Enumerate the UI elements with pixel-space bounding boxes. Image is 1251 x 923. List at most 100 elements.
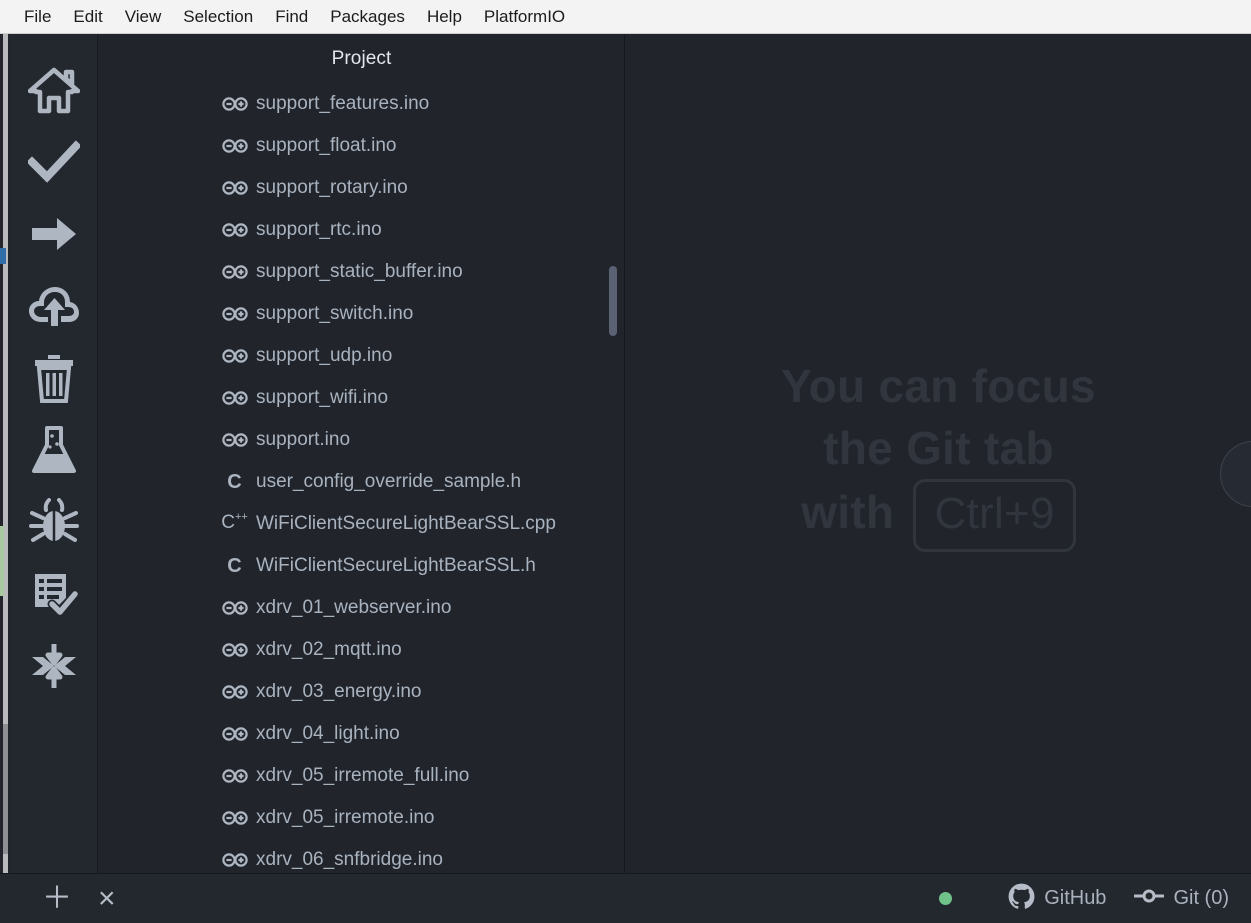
tree-item[interactable]: support_rotary.ino: [99, 167, 624, 209]
add-tab-button[interactable]: ＋: [42, 881, 72, 915]
project-tree-title: Project: [331, 48, 392, 69]
tree-item[interactable]: support_udp.ino: [99, 335, 624, 377]
arduino-icon: [221, 303, 248, 325]
check-icon: [27, 140, 80, 184]
dock-upload-button[interactable]: [21, 270, 87, 342]
dock-clean-button[interactable]: [21, 342, 87, 414]
arduino-icon: [221, 681, 248, 703]
dock-test-button[interactable]: [21, 414, 87, 486]
tree-item[interactable]: support_features.ino: [99, 83, 624, 125]
cloud-upload-icon: [27, 284, 81, 328]
arduino-icon: [221, 849, 248, 871]
tree-item[interactable]: support_wifi.ino: [99, 377, 624, 419]
tree-item-label: support_rotary.ino: [256, 177, 408, 198]
plus-icon: ＋: [42, 881, 72, 915]
menu-find[interactable]: Find: [265, 4, 318, 29]
tree-item-label: xdrv_02_mqtt.ino: [256, 639, 402, 660]
git-button[interactable]: Git (0): [1133, 887, 1229, 910]
bug-icon: [28, 498, 79, 546]
github-button[interactable]: GitHub: [1008, 883, 1106, 915]
menu-file[interactable]: File: [14, 4, 61, 29]
tree-item-label: support.ino: [256, 429, 351, 450]
tree-item-label: support_udp.ino: [256, 345, 393, 366]
menu-packages[interactable]: Packages: [320, 4, 415, 29]
cpp-icon: C ++: [221, 511, 248, 533]
git-commit-icon: [1133, 887, 1165, 910]
tree-item[interactable]: support_static_buffer.ino: [99, 251, 624, 293]
tree-item[interactable]: C user_config_override_sample.h: [99, 461, 624, 503]
dock-home-button[interactable]: [21, 54, 87, 126]
atom-editor-window: File Edit View Selection Find Packages H…: [0, 0, 1251, 923]
status-ok-dot: [939, 892, 953, 905]
project-tree-scrollbar[interactable]: [609, 266, 617, 336]
github-icon: [1008, 883, 1035, 915]
tree-item[interactable]: support_rtc.ino: [99, 209, 624, 251]
arduino-icon: [221, 261, 248, 283]
git-label: Git (0): [1173, 887, 1229, 909]
scroll-marker-blue: [0, 248, 6, 264]
dock-build-button[interactable]: [21, 126, 87, 198]
clipboard-check-icon: [30, 570, 78, 618]
menu-platformio[interactable]: PlatformIO: [474, 4, 575, 29]
tree-item-label: WiFiClientSecureLightBearSSL.cpp: [256, 513, 556, 534]
scroll-marker-thumb[interactable]: [3, 724, 8, 854]
tree-item[interactable]: support.ino: [99, 419, 624, 461]
project-file-list: support_features.ino support_float.ino s…: [99, 76, 624, 873]
dock-report-button[interactable]: [21, 558, 87, 630]
platformio-toolbar: [10, 34, 98, 873]
close-icon: ×: [98, 881, 116, 915]
status-bar: ＋ × GitHub Git (0): [0, 873, 1251, 923]
tree-item[interactable]: support_switch.ino: [99, 293, 624, 335]
arrow-right-icon: [30, 214, 78, 254]
workspace: Project support_features.ino support_flo…: [0, 34, 1251, 873]
arduino-icon: [221, 387, 248, 409]
menu-view[interactable]: View: [115, 4, 172, 29]
tree-item[interactable]: xdrv_06_snfbridge.ino: [99, 839, 624, 873]
close-tab-button[interactable]: ×: [98, 881, 116, 915]
c-header-icon: C: [227, 471, 242, 493]
arduino-icon: [221, 597, 248, 619]
tree-item-label: WiFiClientSecureLightBearSSL.h: [256, 555, 536, 576]
arduino-icon: [221, 765, 248, 787]
dock-debug-button[interactable]: [21, 486, 87, 558]
git-hint-message: You can focus the Git tab with Ctrl+9: [781, 355, 1096, 553]
menu-selection[interactable]: Selection: [173, 4, 263, 29]
tree-item-label: support_float.ino: [256, 135, 397, 156]
tree-item[interactable]: support_float.ino: [99, 125, 624, 167]
git-hint-line-1: You can focus: [781, 359, 1096, 412]
arduino-icon: [221, 135, 248, 157]
tree-item[interactable]: xdrv_03_energy.ino: [99, 671, 624, 713]
git-hint-line-2: the Git tab: [823, 421, 1054, 474]
arduino-icon: [221, 639, 248, 661]
flask-icon: [31, 425, 77, 475]
tree-item-label: xdrv_01_webserver.ino: [256, 597, 452, 618]
arduino-icon: [221, 93, 248, 115]
scroll-marker-green: [0, 526, 4, 596]
tree-item[interactable]: xdrv_01_webserver.ino: [99, 587, 624, 629]
tree-item[interactable]: xdrv_05_irremote.ino: [99, 797, 624, 839]
menu-edit[interactable]: Edit: [63, 4, 112, 29]
tree-item[interactable]: xdrv_02_mqtt.ino: [99, 629, 624, 671]
editor-scrollbar-gutter[interactable]: [0, 34, 10, 873]
tree-item[interactable]: C ++ WiFiClientSecureLightBearSSL.cpp: [99, 503, 624, 545]
tree-item-label: xdrv_06_snfbridge.ino: [256, 849, 443, 870]
tree-item[interactable]: C WiFiClientSecureLightBearSSL.h: [99, 545, 624, 587]
tree-item[interactable]: xdrv_05_irremote_full.ino: [99, 755, 624, 797]
project-tree-panel: Project support_features.ino support_flo…: [99, 34, 625, 873]
menu-help[interactable]: Help: [417, 4, 472, 29]
arduino-icon: [221, 345, 248, 367]
arduino-icon: [221, 429, 248, 451]
git-hint-shortcut-key: Ctrl+9: [913, 478, 1076, 553]
dock-run-button[interactable]: [21, 198, 87, 270]
tree-item-label: support_features.ino: [256, 93, 430, 114]
tree-item[interactable]: xdrv_04_light.ino: [99, 713, 624, 755]
git-hint-prefix: with: [801, 485, 895, 538]
arduino-icon: [221, 723, 248, 745]
tree-item-label: xdrv_05_irremote.ino: [256, 807, 435, 828]
arduino-icon: [221, 807, 248, 829]
git-panel-placeholder: You can focus the Git tab with Ctrl+9: [626, 34, 1251, 873]
tree-item-label: user_config_override_sample.h: [256, 471, 522, 492]
home-icon: [27, 66, 80, 114]
dock-collapse-button[interactable]: [21, 630, 87, 702]
tree-item-label: xdrv_04_light.ino: [256, 723, 400, 744]
